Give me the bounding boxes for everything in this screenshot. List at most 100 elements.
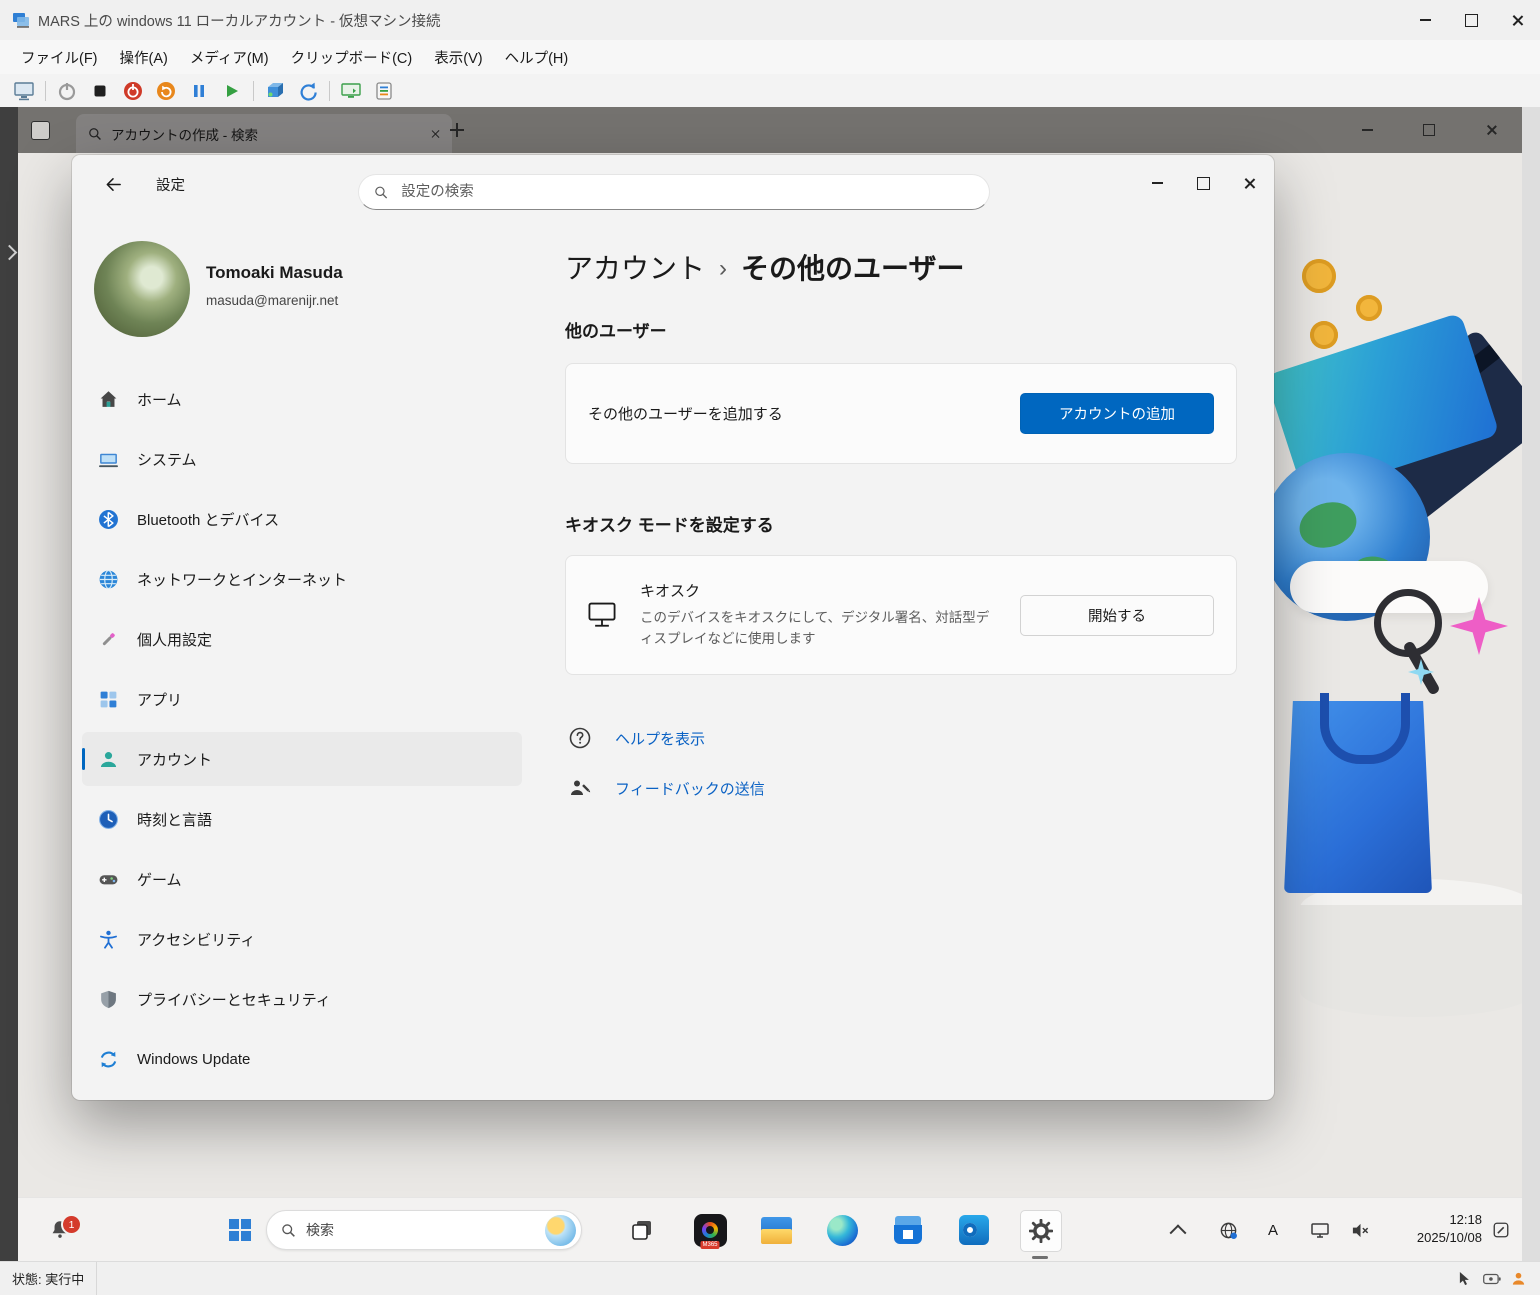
volume-muted-button[interactable]	[1345, 1212, 1375, 1248]
ime-mode-label: A	[1268, 1222, 1278, 1239]
outlook-button[interactable]	[954, 1210, 994, 1250]
close-icon	[1511, 14, 1524, 27]
touch-keyboard-button[interactable]	[1486, 1212, 1516, 1248]
display-tray-button[interactable]	[1305, 1212, 1335, 1248]
browser-minimize-button[interactable]	[1336, 107, 1398, 153]
resume-button[interactable]	[220, 79, 244, 103]
reset-icon	[155, 80, 177, 102]
stop-button[interactable]	[88, 79, 112, 103]
sidebar-item-privacy-security[interactable]: プライバシーとセキュリティ	[82, 972, 522, 1026]
sidebar-item-accounts[interactable]: アカウント	[82, 732, 522, 786]
checkpoint-button[interactable]	[263, 79, 287, 103]
avatar[interactable]	[94, 241, 190, 337]
task-view-button[interactable]	[622, 1210, 662, 1250]
shutdown-button[interactable]	[121, 79, 145, 103]
edge-button[interactable]	[822, 1210, 862, 1250]
clock[interactable]: 12:18 2025/10/08	[1417, 1211, 1482, 1247]
gear-icon	[1029, 1219, 1053, 1243]
sidebar-item-gaming[interactable]: ゲーム	[82, 852, 522, 906]
outlook-icon	[959, 1215, 989, 1245]
menu-action[interactable]: 操作(A)	[109, 42, 179, 73]
sidebar-item-label: システム	[137, 449, 197, 470]
back-button[interactable]	[96, 170, 130, 198]
stop-icon	[89, 80, 111, 102]
m365-label: M365	[700, 1241, 719, 1249]
page-title: その他のユーザー	[741, 247, 964, 287]
browser-restore-button[interactable]	[1398, 107, 1460, 153]
tab-close-icon[interactable]	[430, 129, 440, 139]
weather-icon[interactable]	[545, 1215, 576, 1246]
browser-window-icon[interactable]	[31, 121, 50, 140]
shopping-bag-handle-graphic	[1320, 693, 1410, 764]
vm-window-controls	[1402, 0, 1540, 40]
sidebar-item-system[interactable]: システム	[82, 432, 522, 486]
bluetooth-icon	[98, 509, 119, 530]
brush-icon	[98, 629, 119, 650]
power-on-button[interactable]	[55, 79, 79, 103]
vm-close-button[interactable]	[1494, 0, 1540, 40]
add-account-button[interactable]: アカウントの追加	[1020, 393, 1214, 434]
user-status-icon	[1511, 1271, 1526, 1286]
chevron-up-icon	[1170, 1224, 1187, 1241]
add-user-label: その他のユーザーを追加する	[588, 403, 783, 424]
vm-status: 状態: 実行中	[0, 1262, 97, 1295]
network-status-button[interactable]	[1213, 1212, 1243, 1248]
close-icon	[1243, 177, 1256, 190]
sidebar-item-home[interactable]: ホーム	[82, 372, 522, 426]
new-tab-button[interactable]	[450, 123, 464, 137]
enhanced-session-button[interactable]	[339, 79, 363, 103]
clock-icon	[98, 809, 119, 830]
m365-copilot-button[interactable]: M365	[690, 1210, 730, 1250]
sidebar-item-bluetooth-devices[interactable]: Bluetooth とデバイス	[82, 492, 522, 546]
update-icon	[98, 1049, 119, 1070]
accessibility-icon	[98, 929, 119, 950]
breadcrumb-parent[interactable]: アカウント	[565, 247, 705, 287]
browser-tab[interactable]: アカウントの作成 - 検索	[76, 114, 452, 153]
notification-app-button[interactable]: 1	[40, 1210, 80, 1250]
menu-file[interactable]: ファイル(F)	[10, 42, 109, 73]
apps-grid-icon	[98, 689, 119, 710]
revert-button[interactable]	[296, 79, 320, 103]
sidebar-item-accessibility[interactable]: アクセシビリティ	[82, 912, 522, 966]
microsoft-store-button[interactable]	[888, 1210, 928, 1250]
tray-overflow-button[interactable]	[1163, 1212, 1193, 1248]
taskbar-search-box[interactable]: 検索	[266, 1210, 582, 1250]
help-link[interactable]: ヘルプを表示	[615, 728, 705, 749]
vm-minimize-button[interactable]	[1402, 0, 1448, 40]
sidebar-item-label: アクセシビリティ	[137, 929, 255, 950]
settings-content: アカウント › その他のユーザー 他のユーザー その他のユーザーを追加する アカ…	[565, 155, 1237, 1100]
browser-close-button[interactable]	[1460, 107, 1522, 153]
ime-mode-button[interactable]: A	[1258, 1212, 1288, 1248]
settings-app-button[interactable]	[1020, 1210, 1062, 1252]
kiosk-start-button[interactable]: 開始する	[1020, 595, 1214, 636]
vm-maximize-button[interactable]	[1448, 0, 1494, 40]
podium-graphic	[1300, 905, 1522, 1017]
file-explorer-button[interactable]	[756, 1210, 796, 1250]
ctrl-alt-del-button[interactable]	[12, 79, 36, 103]
chevron-right-icon[interactable]	[2, 245, 18, 261]
feedback-link[interactable]: フィードバックの送信	[615, 778, 765, 799]
menu-help[interactable]: ヘルプ(H)	[494, 42, 580, 73]
start-button[interactable]	[220, 1210, 260, 1250]
settings-window: 設定 Tomoaki Masuda masuda@marenijr.net ホー…	[72, 155, 1274, 1100]
reset-button[interactable]	[154, 79, 178, 103]
vm-titlebar: MARS 上の windows 11 ローカルアカウント - 仮想マシン接続	[0, 0, 1540, 40]
sidebar-item-windows-update[interactable]: Windows Update	[82, 1032, 522, 1086]
sidebar-item-personalization[interactable]: 個人用設定	[82, 612, 522, 666]
sidebar-item-apps[interactable]: アプリ	[82, 672, 522, 726]
battery-icon	[1483, 1273, 1501, 1285]
menu-clipboard[interactable]: クリップボード(C)	[280, 42, 424, 73]
menu-view[interactable]: 表示(V)	[423, 42, 493, 73]
toolbar-separator	[253, 81, 254, 101]
m365-icon: M365	[694, 1214, 727, 1247]
user-email: masuda@marenijr.net	[206, 293, 338, 308]
kiosk-card: キオスク このデバイスをキオスクにして、デジタル署名、対話型ディスプレイなどに使…	[565, 555, 1237, 675]
sidebar-item-time-language[interactable]: 時刻と言語	[82, 792, 522, 846]
menu-media[interactable]: メディア(M)	[179, 42, 280, 73]
share-button[interactable]	[372, 79, 396, 103]
sidebar-item-network-internet[interactable]: ネットワークとインターネット	[82, 552, 522, 606]
pause-button[interactable]	[187, 79, 211, 103]
help-icon	[567, 725, 593, 751]
minimize-icon	[1420, 19, 1431, 21]
coin-graphic	[1356, 295, 1382, 321]
